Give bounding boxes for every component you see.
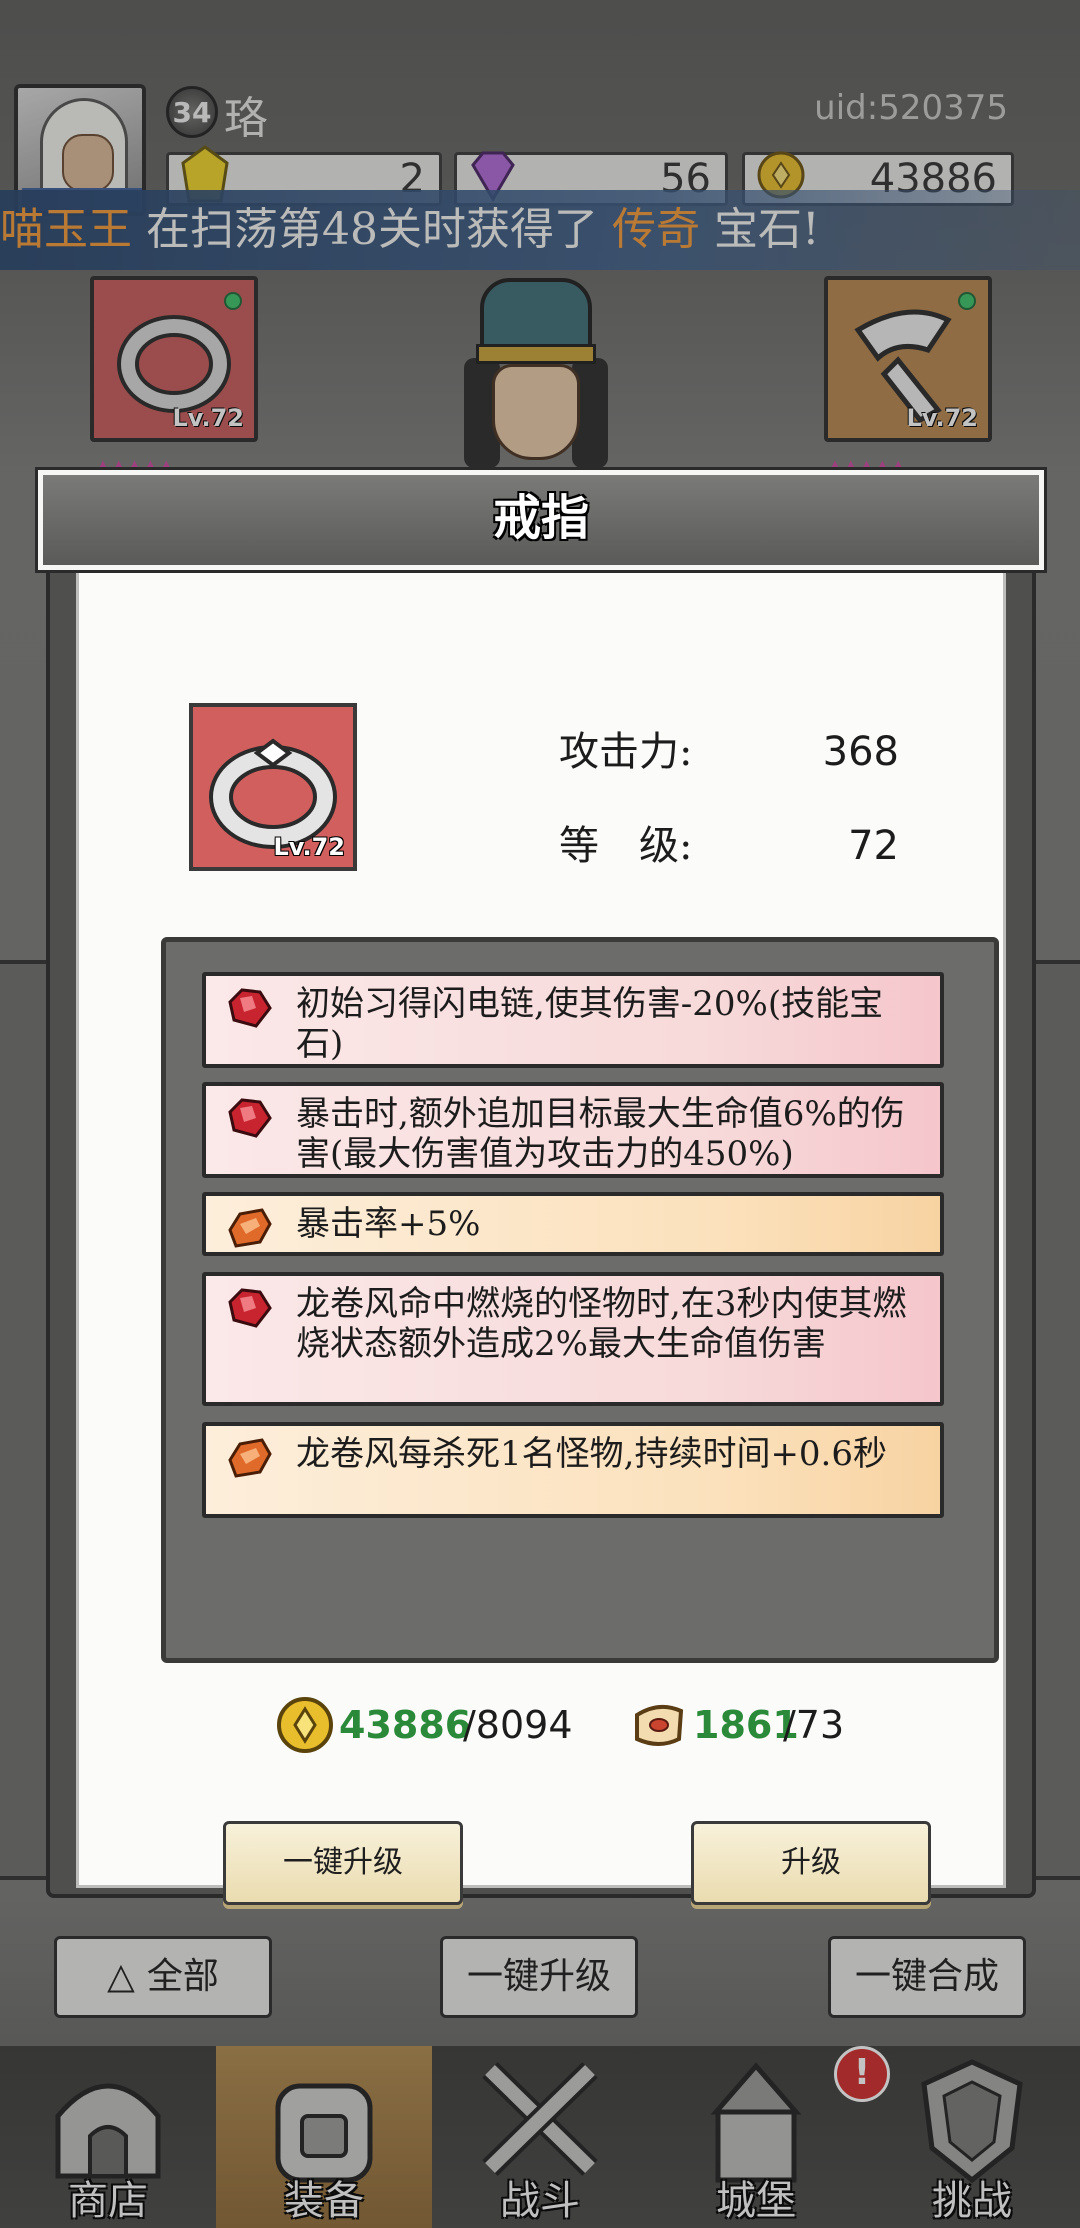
modal-frame: Lv.72 攻击力: 368 等 级: 72 初始习得闪电链,使其伤害-20%(技能… bbox=[46, 510, 1036, 1905]
gem-effect-text: 初始习得闪电链,使其伤害-20%(技能宝石) bbox=[296, 984, 884, 1064]
gem-effect-text: 暴击率+5% bbox=[296, 1204, 481, 1244]
red-gem-icon bbox=[228, 1288, 272, 1328]
scroll-required: /73 bbox=[783, 1703, 845, 1747]
stat-level-value: 72 bbox=[848, 823, 899, 869]
gem-slot[interactable]: 暴击时,额外追加目标最大生命值6%的伤害(最大伤害值为攻击力的450%) bbox=[202, 1082, 944, 1178]
stat-attack: 攻击力: 368 bbox=[559, 719, 899, 777]
item-detail-modal: Lv.72 攻击力: 368 等 级: 72 初始习得闪电链,使其伤害-20%(技能… bbox=[35, 467, 1047, 1905]
gem-slot[interactable]: 龙卷风每杀死1名怪物,持续时间+0.6秒 bbox=[202, 1422, 944, 1518]
one-click-upgrade-button[interactable]: 一键升级 bbox=[223, 1821, 463, 1905]
gem-effect-text: 龙卷风命中燃烧的怪物时,在3秒内使其燃烧状态额外造成2%最大生命值伤害 bbox=[296, 1284, 907, 1364]
gold-owned: 43886 bbox=[339, 1703, 472, 1747]
orange-gem-icon bbox=[228, 1438, 272, 1478]
gem-slot[interactable]: 龙卷风命中燃烧的怪物时,在3秒内使其燃烧状态额外造成2%最大生命值伤害 bbox=[202, 1272, 944, 1406]
stat-level: 等 级: 72 bbox=[559, 813, 899, 871]
gem-slot[interactable]: 暴击率+5% bbox=[202, 1192, 944, 1256]
gem-effect-text: 龙卷风每杀死1名怪物,持续时间+0.6秒 bbox=[296, 1434, 887, 1474]
gold-coin-icon bbox=[277, 1697, 333, 1753]
item-level: Lv.72 bbox=[273, 833, 346, 861]
red-gem-icon bbox=[228, 988, 272, 1028]
red-gem-icon bbox=[228, 1098, 272, 1138]
modal-content: Lv.72 攻击力: 368 等 级: 72 初始习得闪电链,使其伤害-20%(技能… bbox=[76, 554, 1006, 1905]
gem-slot[interactable]: 初始习得闪电链,使其伤害-20%(技能宝石) bbox=[202, 972, 944, 1068]
orange-gem-icon bbox=[228, 1208, 272, 1248]
upgrade-button[interactable]: 升级 bbox=[691, 1821, 931, 1905]
gold-required: /8094 bbox=[463, 1703, 573, 1747]
item-icon: Lv.72 bbox=[189, 703, 357, 871]
stat-attack-label: 攻击力: bbox=[559, 729, 693, 775]
stat-level-label: 等 级: bbox=[559, 823, 693, 869]
gem-effect-text: 暴击时,额外追加目标最大生命值6%的伤害(最大伤害值为攻击力的450%) bbox=[296, 1094, 905, 1174]
gem-list: 初始习得闪电链,使其伤害-20%(技能宝石) 暴击时,额外追加目标最大生命值6%… bbox=[161, 937, 999, 1663]
stat-attack-value: 368 bbox=[822, 729, 899, 775]
modal-title: 戒指 bbox=[35, 467, 1047, 573]
scroll-icon bbox=[635, 1704, 684, 1746]
